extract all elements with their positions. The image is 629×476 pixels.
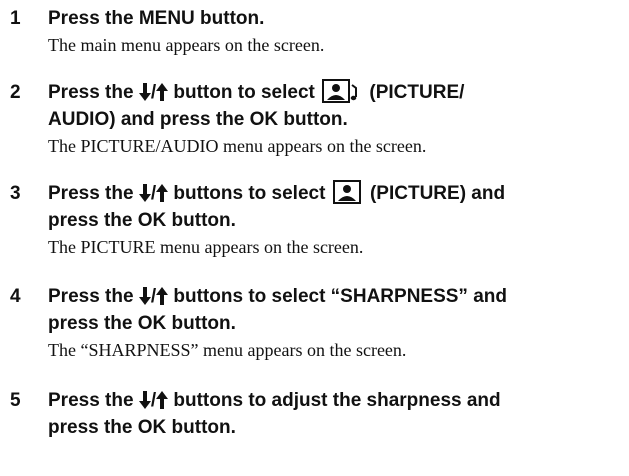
step-number: 5 <box>10 390 21 411</box>
step-result: The “SHARPNESS” menu appears on the scre… <box>48 340 407 360</box>
instruction-text: (PICTURE/ <box>369 82 465 103</box>
step-number: 3 <box>10 183 21 204</box>
step-instruction: Press the MENU button. <box>48 8 265 29</box>
instruction-text: Press the <box>48 183 134 204</box>
step-result: The main menu appears on the screen. <box>48 35 325 55</box>
instruction-text: buttons to select “SHARPNESS” and <box>173 286 507 307</box>
step-number: 1 <box>10 8 21 29</box>
up-arrow-icon <box>156 391 169 409</box>
step-instruction-line2: press the OK button. <box>48 417 236 438</box>
step-result: The PICTURE menu appears on the screen. <box>48 237 364 257</box>
step-instruction: Press the / button to select (PICTURE/ <box>48 79 626 106</box>
instruction-text: buttons to adjust the sharpness and <box>173 390 501 411</box>
up-arrow-icon <box>156 287 169 305</box>
step-number: 4 <box>10 286 21 307</box>
step-instruction-line2: press the OK button. <box>48 313 236 334</box>
down-arrow-icon <box>138 184 151 202</box>
up-arrow-icon <box>156 83 169 101</box>
step-result: The PICTURE/AUDIO menu appears on the sc… <box>48 136 427 156</box>
instruction-text: Press the <box>48 390 134 411</box>
down-arrow-icon <box>138 83 151 101</box>
down-arrow-icon <box>138 391 151 409</box>
step-instruction-line2: press the OK button. <box>48 210 236 231</box>
step-instruction-line2: AUDIO) and press the OK button. <box>48 109 348 130</box>
instruction-text: Press the <box>48 286 134 307</box>
step-instruction: Press the / buttons to select (PICTURE) … <box>48 180 626 207</box>
up-arrow-icon <box>156 184 169 202</box>
instruction-text: button to select <box>173 82 315 103</box>
instruction-text: (PICTURE) and <box>369 183 506 204</box>
instruction-text: buttons to select <box>173 183 326 204</box>
instruction-text: Press the <box>48 82 134 103</box>
down-arrow-icon <box>138 287 151 305</box>
picture-audio-icon <box>322 79 358 103</box>
picture-icon <box>332 180 361 204</box>
step-number: 2 <box>10 82 21 103</box>
step-instruction: Press the / buttons to adjust the sharpn… <box>48 387 626 414</box>
step-instruction: Press the / buttons to select “SHARPNESS… <box>48 283 626 310</box>
manual-page: 1 Press the MENU button. The main menu a… <box>0 0 629 476</box>
